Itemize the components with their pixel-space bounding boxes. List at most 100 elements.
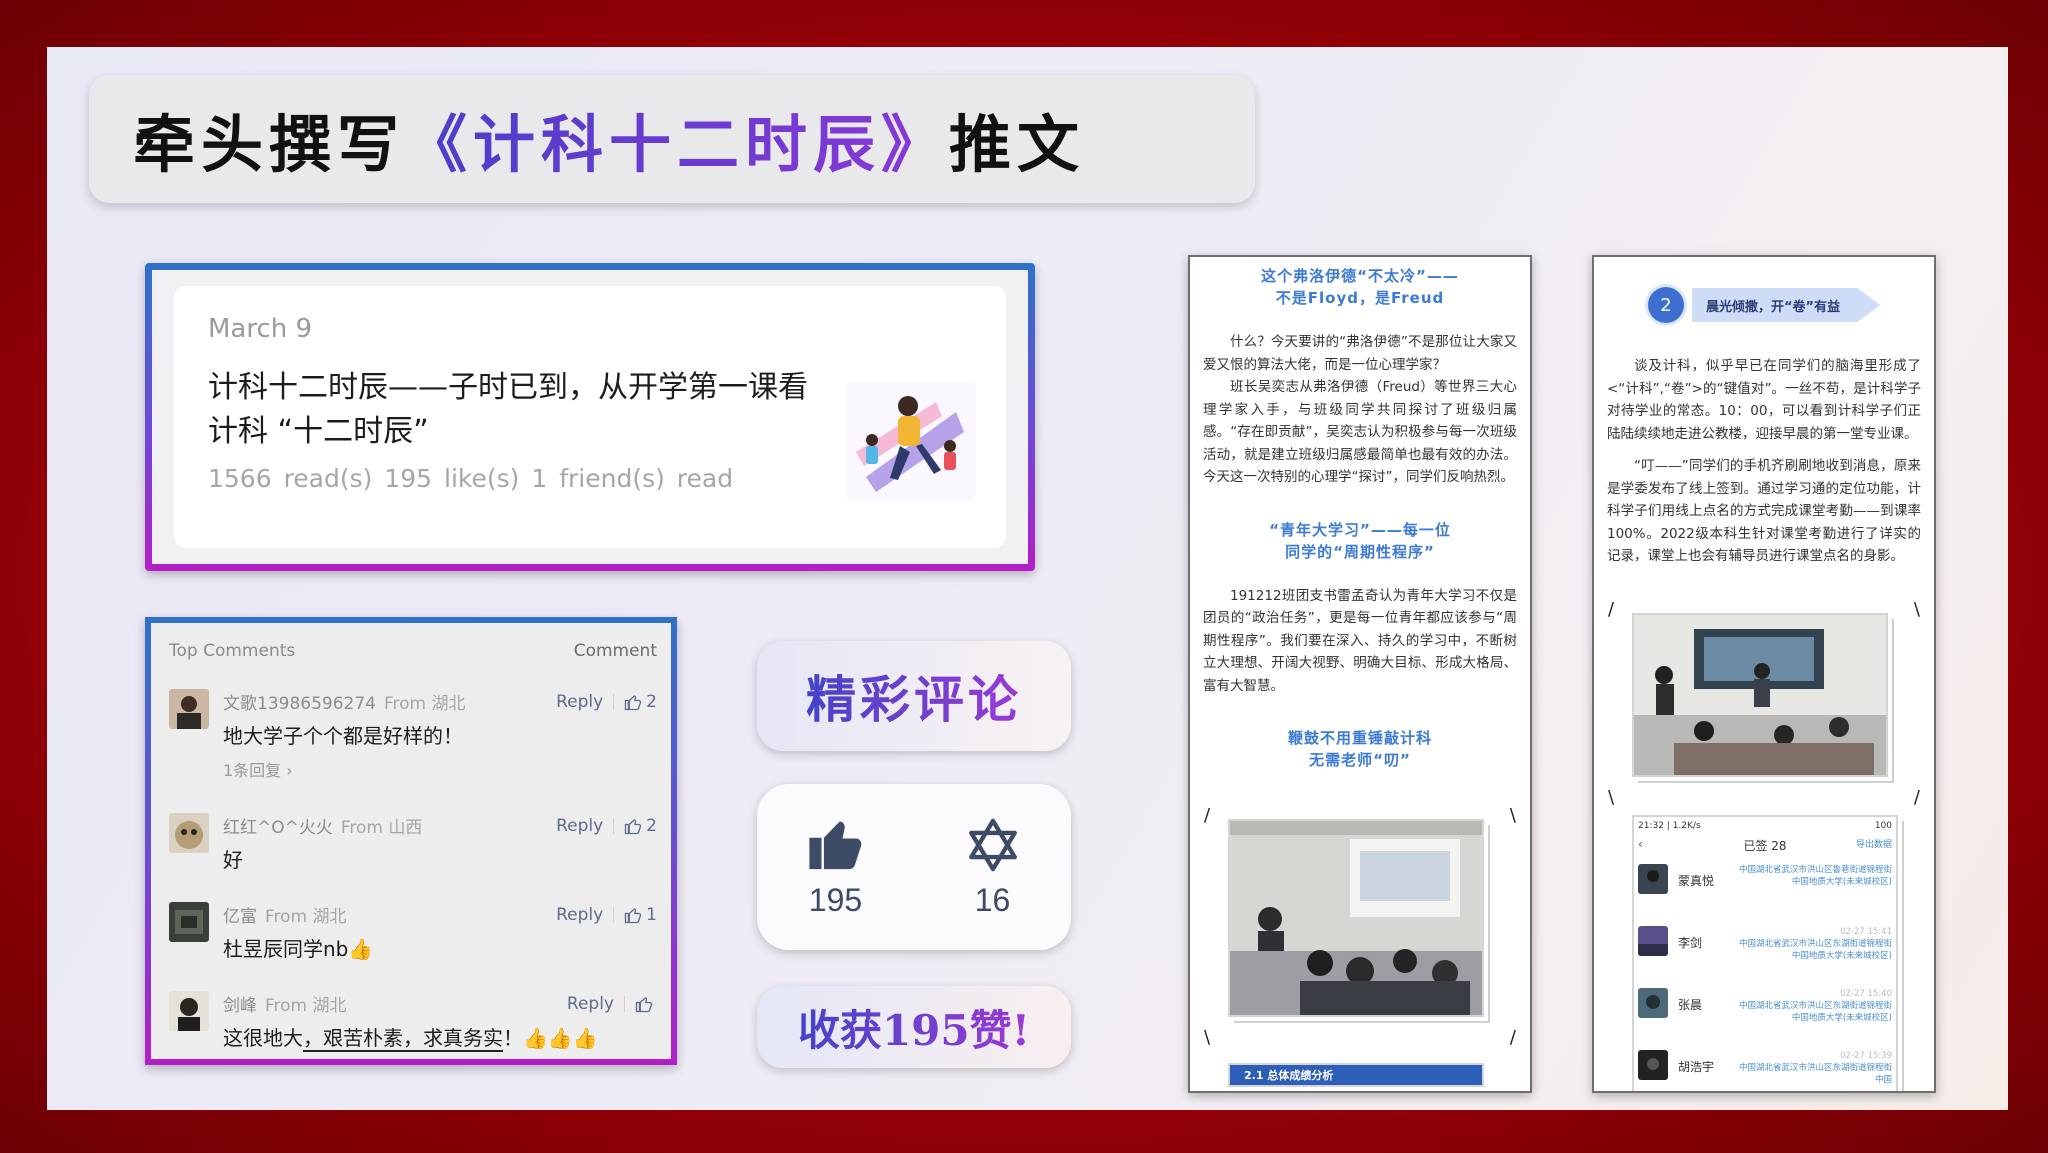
location-text: 中国湖北省武汉市洪山区东湖街道锦程街中国地质大学(未来城校区) — [1738, 939, 1892, 961]
section-heading: “青年大学习”——每一位 同学的“周期性程序” — [1190, 519, 1530, 563]
attendance-title: 已签 28 — [1743, 839, 1787, 853]
thumbs-up-icon — [808, 821, 861, 869]
comment-author[interactable]: 红红^O^火火 — [223, 818, 333, 838]
status-time: 21:32 | 1.2K/s — [1638, 821, 1701, 831]
battery-level: 100 — [1874, 821, 1892, 831]
thumbs-up-icon — [624, 694, 642, 710]
article-card[interactable]: March 9 计科十二时辰——子时已到，从开学第一课看计科 “十二时辰” 15… — [174, 286, 1006, 548]
report-bar-label: 2.1 总体成绩分析 — [1244, 1069, 1334, 1082]
heading-line: 鞭鼓不用重锤敲计科 — [1287, 729, 1432, 747]
attendance-row[interactable]: 张晨 02-27 15:40 中国湖北省武汉市洪山区东湖街道锦程街中国地质大学(未… — [1634, 988, 1896, 1050]
title-prefix: 牵头撰写 — [133, 108, 406, 181]
favorite-count: 16 — [974, 881, 1011, 918]
comment-item: 红红^O^火火 From 山西 Reply 2 好 — [169, 813, 657, 873]
attendance-row[interactable]: 李剑 02-27 15:41 中国湖北省武汉市洪山区东湖街道锦程街中国地质大学(未… — [1634, 926, 1896, 988]
comment-text: 好 — [223, 848, 243, 872]
heading-line: “青年大学习”——每一位 — [1269, 520, 1451, 539]
comments-header: Top Comments Comment — [169, 641, 657, 661]
write-comment-link[interactable]: Comment — [574, 641, 657, 661]
comment-author[interactable]: 剑峰 — [223, 996, 257, 1016]
section-heading: 这个弗洛伊德“不太冷”—— 不是Floyd，是Freud — [1190, 265, 1530, 309]
attendance-row[interactable]: 胡浩宇 02-27 15:39 中国湖北省武汉市洪山区东湖街道锦程街中国 — [1634, 1050, 1896, 1091]
decor-mark: / — [1913, 787, 1920, 808]
comment-text-part: 这很地大 — [223, 1026, 303, 1050]
attendance-screenshot: 21:32 | 1.2K/s 100 ‹ 已签 28 导出数据 蒙真悦 中国湖北… — [1632, 815, 1898, 1091]
avatar — [1638, 1050, 1668, 1080]
avatar[interactable] — [169, 813, 209, 853]
decor-mark: / — [1204, 805, 1211, 826]
reply-button[interactable]: Reply — [556, 692, 603, 712]
student-name: 蒙真悦 — [1678, 874, 1715, 888]
divider — [613, 693, 615, 710]
paragraph: “叮——”同学们的手机齐刷刷地收到消息，原来是学委发布了线上签到。通过学习通的定… — [1607, 458, 1921, 564]
heading-line: 不是Floyd，是Freud — [1275, 289, 1445, 307]
student-name: 张晨 — [1678, 998, 1703, 1012]
decor-mark: \ — [1608, 787, 1615, 808]
highlight-comments-badge: 精彩评论 — [757, 641, 1071, 751]
location-text: 中国湖北省武汉市洪山区东湖街道锦程街中国 — [1738, 1063, 1892, 1085]
section-number: 2 — [1648, 287, 1684, 323]
comment-text: 这很地大，艰苦朴素，求真务实！👍👍👍 — [223, 1022, 657, 1052]
checkin-location: 02-27 15:40 中国湖北省武汉市洪山区东湖街道锦程街中国地质大学(未来城校… — [1738, 988, 1892, 1024]
comment-item: 剑峰 From 湖北 Reply 这很地大，艰苦朴素，求真务实！👍👍👍 — [169, 991, 657, 1052]
like-button[interactable]: 2 — [624, 816, 657, 836]
article-thumbnail[interactable] — [846, 382, 976, 500]
reply-button[interactable]: Reply — [567, 994, 614, 1014]
report-bar: 2.1 总体成绩分析 — [1228, 1063, 1484, 1087]
heading-line: 这个弗洛伊德“不太冷”—— — [1261, 267, 1459, 285]
student-name: 胡浩宇 — [1678, 1060, 1715, 1074]
attendance-row[interactable]: 蒙真悦 中国湖北省武汉市洪山区鲁巷街道锦程街中国地质大学(未来城校区) — [1634, 864, 1896, 926]
slide-title: 牵头撰写 《计科十二时辰》 推文 — [89, 75, 1255, 203]
comment-text-underlined: ，艰苦朴素，求真务实 — [303, 1026, 503, 1052]
like-count: 2 — [646, 691, 657, 712]
comment-item: 文歌13986596274 From 湖北 Reply 2 地大学子个个都是好样的… — [169, 689, 657, 781]
avatar[interactable] — [169, 991, 209, 1031]
status-bar: 21:32 | 1.2K/s 100 — [1634, 821, 1896, 831]
heading-line: 同学的“周期性程序” — [1285, 542, 1435, 561]
star-of-david-icon — [968, 818, 1017, 871]
divider — [613, 906, 615, 923]
decor-mark: / — [1509, 1027, 1516, 1048]
like-button[interactable]: 1 — [624, 905, 657, 925]
avatar[interactable] — [169, 689, 209, 729]
reply-button[interactable]: Reply — [556, 905, 603, 925]
like-stat[interactable]: 195 — [807, 816, 865, 919]
avatar[interactable] — [169, 902, 209, 942]
export-data-link[interactable]: 导出数据 — [1856, 837, 1892, 850]
comment-author[interactable]: 文歌13986596274 — [223, 694, 376, 714]
like-button[interactable] — [635, 995, 657, 1013]
thumbs-up-icon — [635, 996, 653, 1012]
checkin-location: 02-27 15:39 中国湖北省武汉市洪山区东湖街道锦程街中国 — [1738, 1050, 1892, 1086]
paragraph: 班长吴奕志从弗洛伊德（Freud）等世界三大心理学家入手，与班级同学共同探讨了班… — [1203, 379, 1517, 485]
engagement-stats-card: 195 16 — [757, 784, 1071, 950]
reply-button[interactable]: Reply — [556, 816, 603, 836]
section-heading: 鞭鼓不用重锤敲计科 无需老师“叨” — [1190, 727, 1530, 771]
article-screenshot: March 9 计科十二时辰——子时已到，从开学第一课看计科 “十二时辰” 15… — [145, 263, 1035, 571]
attendance-title-bar: ‹ 已签 28 导出数据 — [1634, 837, 1896, 854]
comments-screenshot: Top Comments Comment 文歌13986596274 From 湖… — [145, 617, 677, 1065]
back-icon[interactable]: ‹ — [1638, 837, 1643, 851]
comment-item: 亿富 From 湖北 Reply 1 杜昱辰同学nb👍 — [169, 902, 657, 962]
like-button[interactable]: 2 — [624, 692, 657, 712]
like-count: 2 — [646, 815, 657, 836]
article-title[interactable]: 计科十二时辰——子时已到，从开学第一课看计科 “十二时辰” — [208, 366, 828, 454]
checkin-time: 02-27 15:40 — [1840, 989, 1892, 999]
highlight-comments-label: 精彩评论 — [806, 660, 1022, 732]
paragraph: 191212班团支书雷孟奇认为青年大学习不仅是团员的“政治任务”，更是每一位青年… — [1203, 587, 1517, 694]
comment-text-part: ！👍👍👍 — [503, 1026, 598, 1050]
decor-mark: \ — [1913, 599, 1920, 620]
slide: 牵头撰写 《计科十二时辰》 推文 March 9 计科十二时辰——子时已到，从开… — [47, 47, 2008, 1110]
decor-mark: \ — [1509, 805, 1516, 826]
decor-mark: / — [1608, 599, 1615, 620]
divider — [624, 995, 625, 1012]
comment-text: 杜昱辰同学nb👍 — [223, 937, 374, 961]
thumbs-up-icon — [624, 818, 642, 834]
view-replies-link[interactable]: 1条回复 › — [223, 757, 657, 781]
divider — [613, 817, 615, 834]
comments-header-label: Top Comments — [169, 641, 296, 661]
heading-line: 无需老师“叨” — [1309, 751, 1411, 769]
checkin-location: 中国湖北省武汉市洪山区鲁巷街道锦程街中国地质大学(未来城校区) — [1738, 864, 1892, 888]
favorite-stat[interactable]: 16 — [964, 816, 1022, 919]
comment-author[interactable]: 亿富 — [223, 907, 257, 927]
comment-location: From 湖北 — [265, 907, 347, 927]
